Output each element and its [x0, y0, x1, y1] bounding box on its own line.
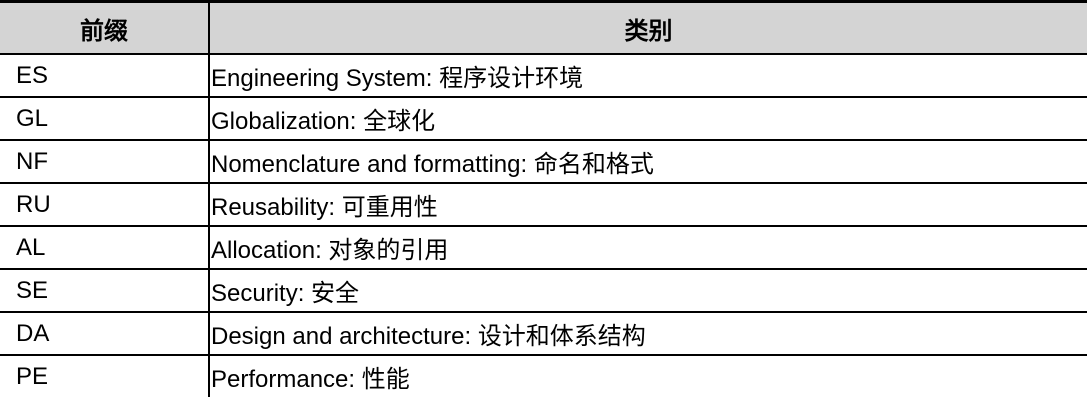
row-category: Allocation: 对象的引用 [208, 225, 1087, 270]
header-category: 类别 [208, 0, 1087, 55]
row-category: Security: 安全 [208, 268, 1087, 313]
row-category: Design and architecture: 设计和体系结构 [208, 311, 1087, 356]
header-prefix: 前缀 [0, 0, 210, 55]
table-row: NF Nomenclature and formatting: 命名和格式 [0, 139, 1087, 184]
prefix-category-table: 前缀 类别 ES Engineering System: 程序设计环境 GL G… [0, 0, 1087, 397]
table-row: SE Security: 安全 [0, 268, 1087, 313]
table-row: PE Performance: 性能 [0, 354, 1087, 397]
row-code: NF [0, 139, 210, 184]
row-category: Nomenclature and formatting: 命名和格式 [208, 139, 1087, 184]
row-category: Engineering System: 程序设计环境 [208, 53, 1087, 98]
row-category: Performance: 性能 [208, 354, 1087, 397]
row-code: SE [0, 268, 210, 313]
table-row: ES Engineering System: 程序设计环境 [0, 53, 1087, 98]
table-row: RU Reusability: 可重用性 [0, 182, 1087, 227]
header-row: 前缀 类别 [0, 0, 1087, 55]
row-code: RU [0, 182, 210, 227]
table-row: DA Design and architecture: 设计和体系结构 [0, 311, 1087, 356]
row-code: GL [0, 96, 210, 141]
row-code: AL [0, 225, 210, 270]
table-row: AL Allocation: 对象的引用 [0, 225, 1087, 270]
row-category: Globalization: 全球化 [208, 96, 1087, 141]
row-code: ES [0, 53, 210, 98]
row-code: PE [0, 354, 210, 397]
table-row: GL Globalization: 全球化 [0, 96, 1087, 141]
row-category: Reusability: 可重用性 [208, 182, 1087, 227]
row-code: DA [0, 311, 210, 356]
